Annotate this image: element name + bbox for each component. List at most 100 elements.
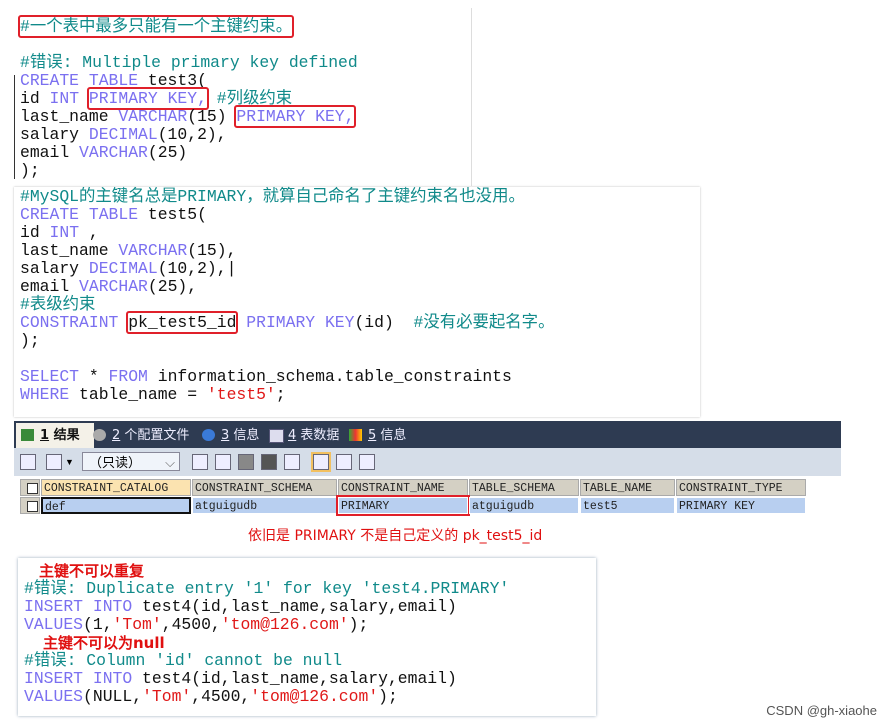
- code-line: CREATE TABLE test3(: [20, 72, 207, 90]
- watermark: CSDN @gh-xiaohe: [766, 703, 877, 718]
- fold-marker[interactable]: [14, 75, 15, 179]
- tab-table-data[interactable]: 4 表数据: [264, 423, 339, 448]
- export-icon[interactable]: [20, 454, 36, 470]
- table-cell[interactable]: PRIMARY KEY: [676, 497, 806, 514]
- code-line: VALUES(NULL,'Tom',4500,'tom@126.com');: [24, 688, 398, 706]
- sql-editor-panel-1[interactable]: #一个表中最多只能有一个主键约束。 #错误: Multiple primary k…: [14, 8, 472, 186]
- code-text: (NULL,: [83, 687, 143, 706]
- code-text: (10,2),|: [157, 259, 237, 278]
- string: 'tom@126.com': [250, 687, 379, 706]
- dropdown-arrow-icon[interactable]: ▼: [65, 457, 74, 467]
- column-header[interactable]: CONSTRAINT_TYPE: [676, 479, 806, 496]
- keyword: VARCHAR: [118, 107, 188, 126]
- tab-info[interactable]: 3 信息: [197, 423, 259, 448]
- keyword: VALUES: [24, 615, 84, 634]
- keyword: VARCHAR: [79, 143, 148, 162]
- comment: #MySQL的主键名总是PRIMARY，就算自己命名了主键约束名也没用。: [20, 187, 525, 206]
- code-line: CONSTRAINT pk_test5_id PRIMARY KEY(id) #…: [20, 311, 554, 334]
- comment: #表级约束: [20, 295, 96, 314]
- code-text: test4(id,last_name,salary,email): [132, 597, 457, 616]
- code-text: ,: [79, 223, 99, 242]
- column-header[interactable]: CONSTRAINT_CATALOG: [41, 479, 191, 496]
- code-text: (1,: [83, 615, 113, 634]
- code-text: ,4500,: [191, 687, 251, 706]
- keyword: INT: [49, 89, 80, 108]
- code-line: last_name VARCHAR(15),: [20, 242, 236, 260]
- string: 'tom@126.com': [220, 615, 349, 634]
- comment: #错误: Duplicate entry '1' for key 'test4.…: [24, 579, 510, 598]
- grid-view-icon[interactable]: [311, 452, 331, 472]
- code-line: salary DECIMAL(10,2),|: [20, 260, 236, 278]
- highlighted-code: PRIMARY KEY,: [86, 87, 209, 110]
- comment: #错误: Multiple primary key defined: [20, 53, 358, 72]
- info-icon: [202, 429, 215, 441]
- code-text: test3(: [138, 71, 207, 90]
- mode-select[interactable]: （只读） ⌵: [82, 452, 180, 471]
- cancel-changes-icon[interactable]: [284, 454, 300, 470]
- tab-number: 5: [368, 428, 377, 443]
- code-text: ;: [275, 385, 286, 404]
- sql-editor-panel-4[interactable]: 主键不可以重复 主键不可以为null #错误: Duplicate entry …: [18, 558, 596, 716]
- code-text: last_name: [20, 107, 119, 126]
- form-view-icon[interactable]: [336, 454, 352, 470]
- code-text: );: [378, 687, 398, 706]
- code-line: last_name VARCHAR(15) PRIMARY KEY,: [20, 105, 357, 128]
- mode-select-value: （只读）: [89, 455, 142, 470]
- add-row-icon[interactable]: [192, 454, 208, 470]
- code-line: id INT PRIMARY KEY, #列级约束: [20, 87, 293, 110]
- comment: #列级约束: [216, 89, 293, 108]
- tab-info-2[interactable]: 5 信息: [344, 423, 406, 448]
- tab-label: 个配置文件: [124, 428, 190, 443]
- code-text: );: [20, 331, 40, 350]
- delete-icon[interactable]: [261, 454, 277, 470]
- code-text: ,4500,: [161, 615, 221, 634]
- code-line: SELECT * FROM information_schema.table_c…: [20, 368, 512, 386]
- tab-profile[interactable]: 2 个配置文件: [88, 423, 189, 448]
- code-line: email VARCHAR(25),: [20, 278, 197, 296]
- table-cell[interactable]: def: [41, 497, 191, 514]
- string: 'Tom': [142, 687, 192, 706]
- column-header[interactable]: TABLE_NAME: [580, 479, 675, 496]
- code-line: #错误: Duplicate entry '1' for key 'test4.…: [24, 580, 509, 598]
- column-header[interactable]: TABLE_SCHEMA: [469, 479, 579, 496]
- row-checkbox[interactable]: [20, 497, 40, 514]
- note-no-duplicate: 主键不可以重复: [39, 562, 145, 580]
- sql-editor-panel-2[interactable]: #MySQL的主键名总是PRIMARY，就算自己命名了主键约束名也没用。 CREA…: [14, 187, 700, 417]
- code-line: CREATE TABLE test5(: [20, 206, 207, 224]
- info-shapes-icon: [349, 429, 362, 441]
- import-icon[interactable]: [46, 454, 62, 470]
- table-cell[interactable]: atguigudb: [469, 497, 579, 514]
- table-cell[interactable]: PRIMARY: [336, 495, 470, 516]
- code-line: INSERT INTO test4(id,last_name,salary,em…: [24, 598, 457, 616]
- keyword: VARCHAR: [79, 277, 148, 296]
- chevron-down-icon: ⌵: [165, 455, 175, 470]
- code-text: (15),: [187, 241, 237, 260]
- code-text: test4(id,last_name,salary,email): [132, 669, 457, 688]
- tab-number: 4: [288, 428, 297, 443]
- text-view-icon[interactable]: [359, 454, 375, 470]
- keyword: INSERT INTO: [24, 669, 133, 688]
- keyword: FROM: [108, 367, 148, 386]
- column-header[interactable]: CONSTRAINT_SCHEMA: [192, 479, 337, 496]
- keyword: DECIMAL: [88, 259, 158, 278]
- code-text: );: [20, 161, 40, 180]
- keyword: INSERT INTO: [24, 597, 133, 616]
- code-text: *: [79, 367, 109, 386]
- column-header[interactable]: CONSTRAINT_NAME: [338, 479, 468, 496]
- code-text: (25),: [147, 277, 198, 296]
- code-text: information_schema.table_constraints: [147, 367, 512, 386]
- select-all-checkbox[interactable]: [20, 479, 40, 496]
- duplicate-row-icon[interactable]: [215, 454, 231, 470]
- save-icon[interactable]: [238, 454, 254, 470]
- result-grid-icon: [21, 429, 34, 441]
- code-text: (25): [147, 143, 188, 162]
- tab-results[interactable]: 1 结果: [16, 423, 94, 448]
- tab-number: 3: [221, 428, 230, 443]
- code-text: table_name =: [69, 385, 207, 404]
- code-text: salary: [20, 125, 89, 144]
- keyword: VALUES: [24, 687, 84, 706]
- table-cell[interactable]: atguigudb: [192, 497, 337, 514]
- keyword: CONSTRAINT: [20, 313, 119, 332]
- table-cell[interactable]: test5: [580, 497, 675, 514]
